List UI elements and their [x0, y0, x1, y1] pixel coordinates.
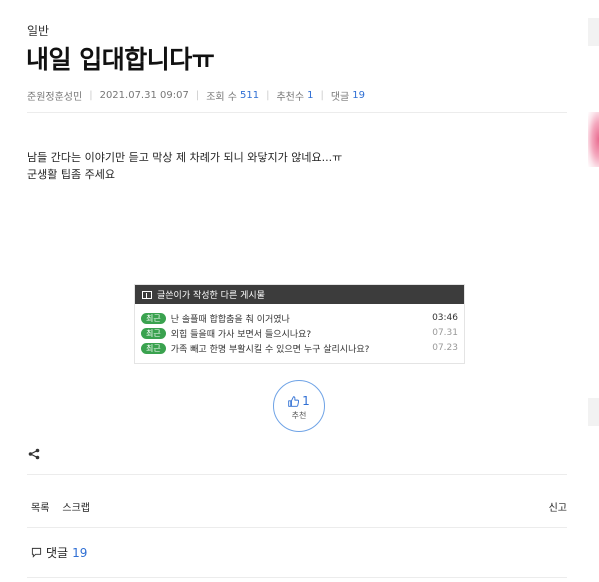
scrap-button[interactable]: 스크랩 [62, 499, 90, 514]
comments-divider [27, 577, 567, 578]
post-meta: 준원정훈성민 | 2021.07.31 09:07 | 조회 수 511 | 추… [27, 88, 365, 103]
comment-section-header: 댓글 19 [31, 544, 87, 561]
post-actions: 목록 스크랩 [31, 499, 90, 514]
recommend-button-count: 1 [302, 394, 310, 408]
comments-count[interactable]: 19 [352, 90, 365, 101]
recommend-button-label: 추천 [291, 411, 307, 420]
other-post-date: 07.23 [432, 343, 458, 353]
list-icon [142, 290, 152, 299]
sidebar-edge-top [588, 18, 599, 46]
comment-icon [31, 547, 42, 558]
other-posts-heading: 글쓴이가 작성한 다른 게시물 [157, 291, 265, 301]
recommend-top: 1 [274, 394, 324, 408]
other-post-date: 07.31 [432, 328, 458, 338]
meta-divider: | [320, 90, 324, 101]
post-title: 내일 입대합니다ㅠ [26, 45, 215, 74]
other-post-date: 03:46 [432, 313, 458, 323]
recommend-label: 추천수 [276, 92, 305, 103]
list-item[interactable]: 최근 가족 빼고 한명 부활시킬 수 있으면 누구 살리시나요? 07.23 [141, 341, 458, 355]
report-button[interactable]: 신고 [549, 499, 567, 514]
list-item[interactable]: 최근 외힙 들을때 가사 보면서 들으시나요? 07.31 [141, 326, 458, 340]
author-name[interactable]: 준원정훈성민 [27, 88, 82, 103]
list-button[interactable]: 목록 [31, 499, 49, 514]
share-icon[interactable] [28, 448, 40, 460]
other-post-title[interactable]: 난 솔플때 합합춤을 춰 이거였나 [171, 312, 432, 325]
post-category[interactable]: 일반 [27, 22, 49, 39]
comment-section-count: 19 [72, 545, 88, 560]
comments-label: 댓글 [330, 92, 350, 103]
thumbs-up-icon [288, 395, 300, 407]
recent-badge: 최근 [141, 342, 166, 354]
body-line: 군생활 팁좀 주세요 [27, 168, 115, 181]
post-body: 남들 간다는 이야기만 듣고 막상 제 차례가 되니 와닿지가 않네요...ㅠ … [27, 149, 342, 183]
other-posts-header: 글쓴이가 작성한 다른 게시물 [135, 285, 464, 304]
meta-divider: | [266, 90, 270, 101]
recommend-count: 1 [307, 90, 314, 101]
sidebar-image [588, 112, 599, 167]
sidebar-edge-bottom [588, 398, 599, 426]
recent-badge: 최근 [141, 312, 166, 324]
comment-section-label: 댓글 [46, 546, 69, 560]
meta-divider: | [195, 90, 200, 101]
other-post-title[interactable]: 가족 빼고 한명 부활시킬 수 있으면 누구 살리시나요? [171, 342, 433, 355]
recent-badge: 최근 [141, 327, 166, 339]
meta-divider: | [89, 90, 93, 101]
other-posts-box: 글쓴이가 작성한 다른 게시물 최근 난 솔플때 합합춤을 춰 이거였나 03:… [134, 284, 465, 364]
actions-top-divider [27, 474, 567, 475]
list-item[interactable]: 최근 난 솔플때 합합춤을 춰 이거였나 03:46 [141, 311, 458, 325]
header-divider [27, 112, 567, 113]
views-label: 조회 수 [206, 92, 237, 103]
post-datetime: 2021.07.31 09:07 [99, 90, 189, 101]
recommend-button[interactable]: 1 추천 [273, 380, 325, 432]
other-post-title[interactable]: 외힙 들을때 가사 보면서 들으시나요? [171, 327, 433, 340]
actions-bottom-divider [27, 527, 567, 528]
body-line: 남들 간다는 이야기만 듣고 막상 제 차례가 되니 와닿지가 않네요...ㅠ [27, 151, 343, 164]
views-count: 511 [240, 90, 260, 101]
